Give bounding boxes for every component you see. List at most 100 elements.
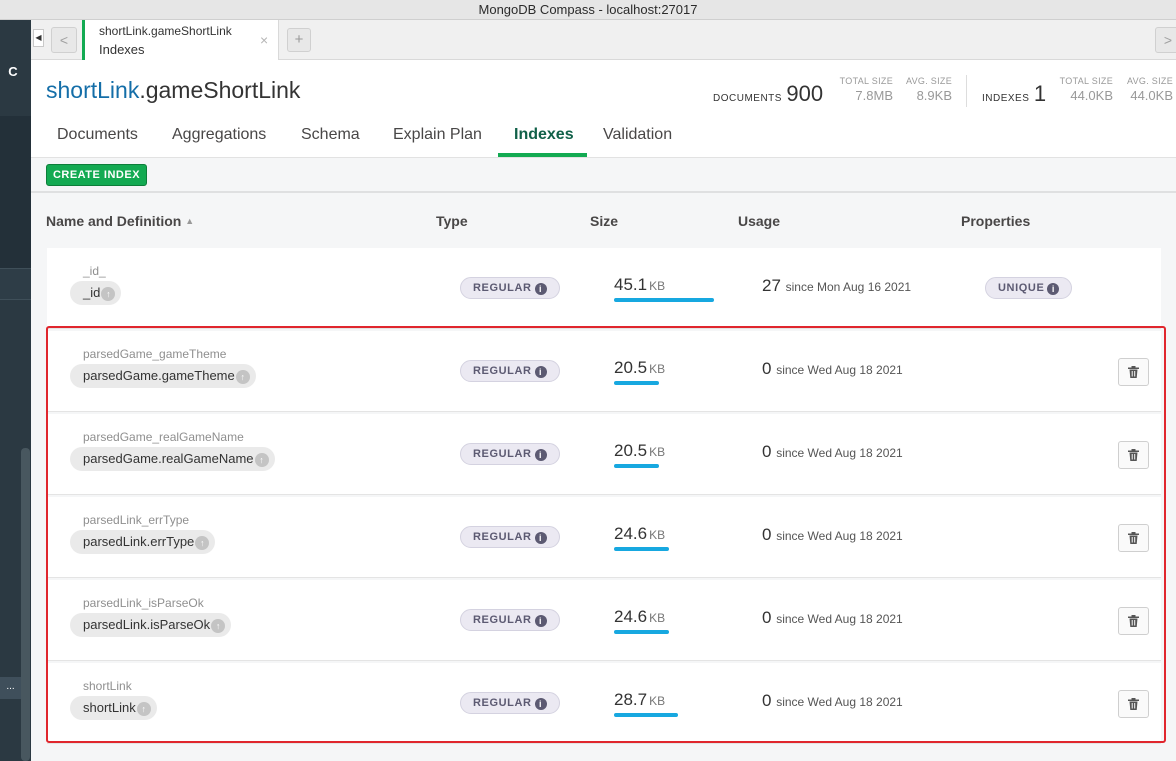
drop-index-button[interactable] bbox=[1118, 358, 1149, 386]
refresh-icon[interactable]: C bbox=[5, 64, 21, 80]
sidebar-section bbox=[0, 116, 31, 268]
indexes-stat: INDEXES 1 bbox=[982, 81, 1046, 107]
sidebar-selected-item[interactable] bbox=[0, 268, 31, 300]
documents-label: DOCUMENTS bbox=[713, 93, 782, 104]
tab-explain-plan[interactable]: Explain Plan bbox=[393, 126, 482, 144]
close-tab-icon[interactable]: × bbox=[260, 32, 268, 48]
ascending-arrow-icon: ↑ bbox=[136, 701, 151, 716]
index-size-value: 20.5 bbox=[614, 358, 648, 377]
index-field-pill: parsedLink.errType ↑ bbox=[70, 530, 216, 554]
column-name-definition[interactable]: Name and Definition ▲ bbox=[46, 213, 194, 229]
drop-index-button[interactable] bbox=[1118, 607, 1149, 635]
index-size-value: 24.6 bbox=[614, 524, 648, 543]
info-icon[interactable]: i bbox=[534, 532, 547, 544]
column-usage[interactable]: Usage bbox=[738, 213, 780, 229]
collapse-sidebar-icon[interactable]: ◀ bbox=[33, 29, 44, 47]
index-field-pill: shortLink ↑ bbox=[70, 696, 157, 720]
index-property-label: UNIQUE bbox=[998, 282, 1045, 294]
indexes-toolbar: CREATE INDEX bbox=[31, 158, 1176, 193]
info-icon[interactable]: i bbox=[1047, 283, 1060, 295]
active-tab-indicator bbox=[498, 153, 587, 157]
tab-scroll-forward-button[interactable]: > bbox=[1155, 27, 1176, 53]
idx-avg-size-value: 44.0KB bbox=[1130, 88, 1173, 103]
index-usage-count: 0 bbox=[762, 691, 777, 710]
index-size-bar bbox=[614, 298, 714, 302]
index-type-label: REGULAR bbox=[473, 697, 532, 709]
indexes-label: INDEXES bbox=[982, 93, 1030, 104]
ascending-arrow-icon: ↑ bbox=[101, 286, 116, 301]
index-field-name: parsedLink.isParseOk bbox=[83, 617, 211, 632]
index-type-label: REGULAR bbox=[473, 282, 532, 294]
sidebar: C ... bbox=[0, 20, 31, 761]
index-usage-since: since Wed Aug 18 2021 bbox=[776, 363, 903, 377]
tab-schema[interactable]: Schema bbox=[301, 126, 360, 144]
database-link[interactable]: shortLink bbox=[46, 77, 139, 103]
drop-index-button[interactable] bbox=[1118, 441, 1149, 469]
info-icon[interactable]: i bbox=[534, 283, 547, 295]
doc-avg-size: AVG. SIZE 8.9KB bbox=[900, 76, 952, 103]
index-field-pill: parsedGame.realGameName ↑ bbox=[70, 447, 275, 471]
index-size-value: 20.5 bbox=[614, 441, 648, 460]
sidebar-scrollbar[interactable] bbox=[21, 448, 30, 761]
ascending-arrow-icon: ↑ bbox=[254, 452, 269, 467]
index-type-label: REGULAR bbox=[473, 448, 532, 460]
ascending-arrow-icon: ↑ bbox=[235, 369, 250, 384]
index-row: shortLink shortLink ↑ REGULAR i 28.7 KB 0 since… bbox=[47, 663, 1161, 744]
index-size-value: 24.6 bbox=[614, 607, 648, 626]
tab-indexes[interactable]: Indexes bbox=[514, 126, 574, 144]
index-field-name: shortLink bbox=[83, 700, 136, 715]
index-size-unit: KB bbox=[649, 528, 666, 542]
index-type-label: REGULAR bbox=[473, 614, 532, 626]
column-type[interactable]: Type bbox=[436, 213, 468, 229]
index-size: 24.6 KB bbox=[614, 524, 665, 544]
trash-icon bbox=[1128, 698, 1139, 710]
drop-index-button[interactable] bbox=[1118, 524, 1149, 552]
collection-title: shortLink.gameShortLink bbox=[46, 77, 300, 104]
info-icon[interactable]: i bbox=[534, 449, 547, 461]
info-icon[interactable]: i bbox=[534, 615, 547, 627]
index-row: _id_ _id ↑ REGULAR i 45.1 KB 27 since Mon Aug 1… bbox=[47, 248, 1161, 329]
index-name: parsedGame_gameTheme bbox=[83, 347, 227, 361]
index-field-pill: parsedLink.isParseOk ↑ bbox=[70, 613, 232, 637]
tab-scroll-back-button[interactable]: < bbox=[51, 27, 77, 53]
doc-avg-size-label: AVG. SIZE bbox=[905, 76, 952, 86]
tab-validation[interactable]: Validation bbox=[603, 126, 672, 144]
tab-aggregations[interactable]: Aggregations bbox=[172, 126, 266, 144]
index-usage: 0 since Wed Aug 18 2021 bbox=[762, 691, 903, 711]
header-divider bbox=[966, 75, 967, 107]
index-size-bar bbox=[614, 547, 669, 551]
index-usage-since: since Wed Aug 18 2021 bbox=[776, 446, 903, 460]
new-tab-button[interactable]: + bbox=[287, 28, 311, 52]
index-size-unit: KB bbox=[649, 445, 666, 459]
index-usage-count: 0 bbox=[762, 608, 777, 627]
tab-documents[interactable]: Documents bbox=[57, 126, 138, 144]
drop-index-button[interactable] bbox=[1118, 690, 1149, 718]
index-field-pill: parsedGame.gameTheme ↑ bbox=[70, 364, 256, 388]
index-row: parsedLink_errType parsedLink.errType ↑ REG… bbox=[47, 497, 1161, 578]
info-icon[interactable]: i bbox=[534, 698, 547, 710]
index-usage: 0 since Wed Aug 18 2021 bbox=[762, 442, 903, 462]
index-size: 24.6 KB bbox=[614, 607, 665, 627]
column-properties[interactable]: Properties bbox=[961, 213, 1030, 229]
doc-avg-size-value: 8.9KB bbox=[916, 88, 952, 103]
tab-subtitle: Indexes bbox=[99, 42, 145, 57]
column-name-label: Name and Definition bbox=[46, 213, 182, 229]
trash-icon bbox=[1128, 449, 1139, 461]
info-icon[interactable]: i bbox=[534, 366, 547, 378]
sort-ascending-icon[interactable]: ▲ bbox=[185, 216, 194, 226]
idx-avg-size-label: AVG. SIZE bbox=[1126, 76, 1173, 86]
index-size-value: 45.1 bbox=[614, 275, 648, 294]
collection-tab[interactable]: shortLink.gameShortLink Indexes × bbox=[82, 20, 279, 60]
documents-stat: DOCUMENTS 900 bbox=[713, 81, 823, 107]
index-name: shortLink bbox=[83, 679, 132, 693]
create-index-button[interactable]: CREATE INDEX bbox=[46, 164, 147, 186]
more-icon[interactable]: ... bbox=[0, 677, 21, 699]
collection-name: .gameShortLink bbox=[139, 77, 301, 103]
indexes-count: 1 bbox=[1033, 81, 1047, 106]
index-size-unit: KB bbox=[649, 362, 666, 376]
column-size[interactable]: Size bbox=[590, 213, 618, 229]
ascending-arrow-icon: ↑ bbox=[211, 618, 226, 633]
index-size: 20.5 KB bbox=[614, 358, 665, 378]
index-usage-since: since Mon Aug 16 2021 bbox=[785, 280, 912, 294]
index-name: parsedLink_isParseOk bbox=[83, 596, 204, 610]
